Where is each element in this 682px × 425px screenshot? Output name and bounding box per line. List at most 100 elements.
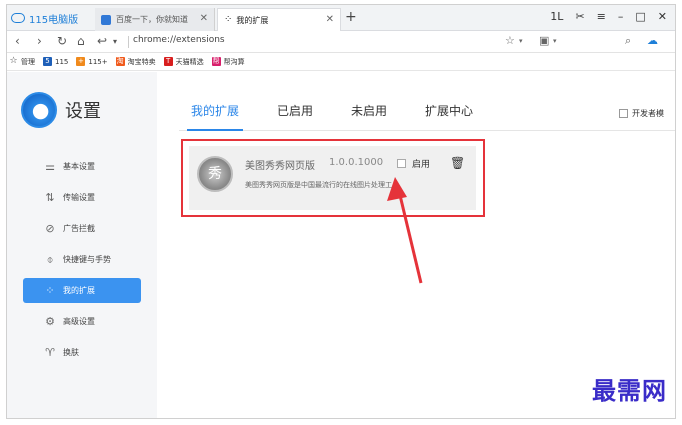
settings-sidebar: 设置 ⚌ 基本设置 ⇅ 传输设置 ⊘ 广告拦截 ⌽ 快捷键与手势 ⁘ 我的扩展 (7, 72, 157, 418)
sidebar-item-skin[interactable]: ♈ 换肤 (23, 340, 141, 365)
bookmark-label: 帮沟算 (223, 57, 245, 66)
sidebar-item-label: 传输设置 (63, 193, 95, 202)
menu-icon[interactable]: ≡ (597, 10, 606, 23)
enable-toggle[interactable]: 启用 (397, 157, 430, 170)
gear-icon: ⚙ (45, 314, 55, 328)
shirt-icon: ♈ (45, 345, 55, 359)
reload-icon[interactable]: ↻ (57, 34, 67, 48)
tab-my-extensions[interactable]: ⁘ 我的扩展 ✕ (217, 8, 341, 31)
sidebar-item-basic-settings[interactable]: ⚌ 基本设置 (23, 154, 141, 179)
trash-icon[interactable]: 🗑 (450, 156, 465, 170)
taobao-icon: 淘 (115, 57, 125, 66)
forward-icon[interactable]: › (37, 34, 42, 48)
sidebar-item-label: 换肤 (63, 348, 79, 357)
bookmark-label: 管理 (21, 57, 35, 66)
scissors-icon[interactable]: ✂ (575, 10, 584, 23)
tab-my-extensions[interactable]: 我的扩展 (191, 102, 239, 127)
sidebar-item-transfer-settings[interactable]: ⇅ 传输设置 (23, 185, 141, 210)
search-icon[interactable]: ⌕ (625, 34, 631, 48)
back-icon[interactable]: ‹ (15, 34, 20, 48)
sidebar-item-label: 高级设置 (63, 317, 95, 326)
arrow-shaft (397, 190, 423, 284)
highlight-box: 秀 美图秀秀网页版 1.0.0.1000 美图秀秀网页版是中国最流行的在线图片处… (181, 139, 485, 217)
bookmark-item[interactable]: 帮 帮沟算 (211, 57, 245, 67)
115plus-icon: + (76, 57, 86, 66)
bookmark-item[interactable]: ☆ 管理 (9, 57, 35, 67)
chevron-down-icon[interactable]: ▾ (519, 37, 523, 45)
sliders-icon: ⚌ (45, 159, 55, 173)
arrow-head (387, 177, 407, 201)
transfer-icon: ⇅ (45, 190, 55, 204)
settings-title: 设置 (65, 101, 101, 122)
tab-title: 我的扩展 (236, 15, 269, 25)
chevron-down-icon[interactable]: ▾ (113, 37, 117, 46)
bookmarks-bar: ☆ 管理 5 115 + 115+ 淘 淘宝特卖 T 天猫精选 帮 帮沟算 (7, 53, 675, 71)
sidebar-item-label: 我的扩展 (63, 286, 95, 295)
sidebar-item-shortcuts[interactable]: ⌽ 快捷键与手势 (23, 247, 141, 272)
bookmark-item[interactable]: 淘 淘宝特卖 (115, 57, 156, 67)
bookmark-label: 淘宝特卖 (127, 57, 156, 66)
window-controls: 1L ✂ ≡ – □ ✕ (550, 10, 667, 23)
extensions-icon: ⁘ (45, 283, 55, 297)
meitu-extension-icon: 秀 (197, 156, 233, 192)
tab-enabled[interactable]: 已启用 (277, 102, 313, 127)
bookmark-label: 天猫精选 (175, 57, 204, 66)
close-icon[interactable]: ✕ (326, 14, 334, 25)
watermark: 最需网 (592, 376, 667, 405)
enable-checkbox[interactable] (397, 159, 406, 168)
settings-menu: ⚌ 基本设置 ⇅ 传输设置 ⊘ 广告拦截 ⌽ 快捷键与手势 ⁘ 我的扩展 ⚙ 高… (23, 154, 141, 371)
ad-block-icon: ⊘ (45, 221, 55, 235)
nav-bar: ‹ › ↻ ⌂ ↩ ▾ chrome://extensions ☆ ▾ ▣ ▾ … (7, 31, 675, 53)
active-tab-underline (187, 129, 243, 131)
home-icon[interactable]: ⌂ (77, 34, 85, 48)
developer-mode-checkbox[interactable] (619, 109, 628, 118)
chevron-down-icon[interactable]: ▾ (553, 37, 557, 45)
tab-disabled[interactable]: 未启用 (351, 102, 387, 127)
close-icon[interactable]: ✕ (200, 13, 208, 24)
address-input[interactable]: chrome://extensions (133, 35, 225, 45)
extension-tabs: 我的扩展 已启用 未启用 扩展中心 (191, 102, 511, 127)
bookmark-item[interactable]: 5 115 (43, 57, 68, 66)
sidebar-item-label: 快捷键与手势 (63, 255, 111, 264)
annotation-arrow-icon (387, 177, 423, 284)
star-icon: ☆ (9, 56, 18, 66)
star-icon[interactable]: ☆ (505, 34, 515, 47)
bookmark-item[interactable]: T 天猫精选 (163, 57, 204, 67)
tab-bar: 115电脑版 百度一下，你就知道 ✕ ⁘ 我的扩展 ✕ + 1L ✂ ≡ – □… (7, 5, 675, 31)
bookmark-icon: 帮 (211, 57, 221, 66)
tmall-icon: T (163, 57, 173, 66)
bookmark-item[interactable]: + 115+ (76, 57, 108, 66)
url-separator (128, 36, 129, 48)
apps-icon[interactable]: ▣ (539, 34, 549, 47)
sidebar-item-label: 基本设置 (63, 162, 95, 171)
115-icon: 5 (43, 57, 52, 66)
maximize-button[interactable]: □ (635, 10, 645, 23)
brand-label: 115电脑版 (29, 14, 79, 26)
browser-logo-icon (21, 92, 57, 128)
speed-icon[interactable]: 1L (550, 10, 563, 23)
settings-header: 设置 (21, 92, 101, 128)
bookmark-label: 115 (55, 57, 69, 66)
mouse-icon: ⌽ (46, 252, 54, 266)
baidu-favicon-icon (101, 14, 111, 25)
new-tab-button[interactable]: + (345, 9, 357, 25)
undo-icon[interactable]: ↩ (97, 34, 107, 48)
bookmark-label: 115+ (88, 57, 108, 66)
extensions-icon: ⁘ (224, 14, 233, 25)
tab-extension-center[interactable]: 扩展中心 (425, 102, 473, 127)
cloud-icon (11, 13, 25, 23)
developer-mode-label: 开发者模 (632, 109, 664, 118)
tab-title: 百度一下，你就知道 (116, 15, 188, 24)
close-window-button[interactable]: ✕ (658, 10, 667, 23)
enable-label: 启用 (412, 160, 431, 170)
cloud-icon[interactable]: ☁ (647, 34, 658, 47)
tab-baidu[interactable]: 百度一下，你就知道 ✕ (95, 8, 215, 31)
minimize-button[interactable]: – (618, 10, 624, 23)
sidebar-item-advanced-settings[interactable]: ⚙ 高级设置 (23, 309, 141, 334)
brand-button[interactable]: 115电脑版 (11, 10, 78, 26)
developer-mode-toggle[interactable]: 开发者模 (619, 108, 664, 119)
tab-divider (179, 130, 675, 131)
sidebar-item-ad-block[interactable]: ⊘ 广告拦截 (23, 216, 141, 241)
sidebar-item-my-extensions[interactable]: ⁘ 我的扩展 (23, 278, 141, 303)
sidebar-item-label: 广告拦截 (63, 224, 95, 233)
